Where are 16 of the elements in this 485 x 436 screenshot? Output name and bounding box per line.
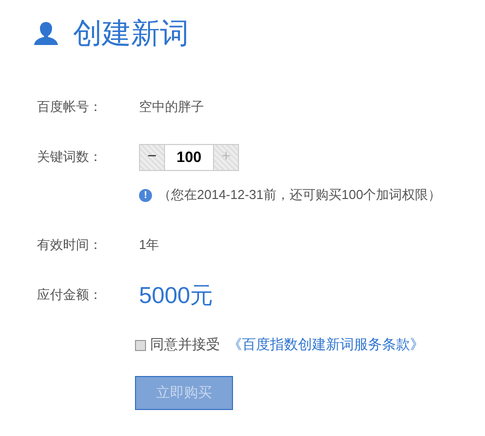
field-label: 有效时间： xyxy=(36,236,103,254)
field-label: 百度帐号： xyxy=(36,98,103,116)
page-title: 创建新词 xyxy=(73,17,189,52)
agree-checkbox[interactable] xyxy=(135,340,146,350)
quantity-field[interactable]: 100 xyxy=(165,144,213,170)
field-label: 应付金额： xyxy=(36,286,103,304)
info-icon: ! xyxy=(139,188,152,202)
terms-link[interactable]: 《百度指数创建新词服务条款》 xyxy=(228,336,424,354)
decrement-button[interactable]: − xyxy=(139,144,165,170)
field-label: 关键词数： xyxy=(36,148,103,166)
user-icon xyxy=(33,21,59,47)
agree-text: 同意并接受 xyxy=(150,336,220,354)
price-value: 5000元 xyxy=(139,280,214,310)
validity-value: 1年 xyxy=(139,236,160,254)
account-name: 空中的胖子 xyxy=(139,98,204,116)
notice-text: （您在2014-12-31前，还可购买100个加词权限） xyxy=(158,186,442,204)
